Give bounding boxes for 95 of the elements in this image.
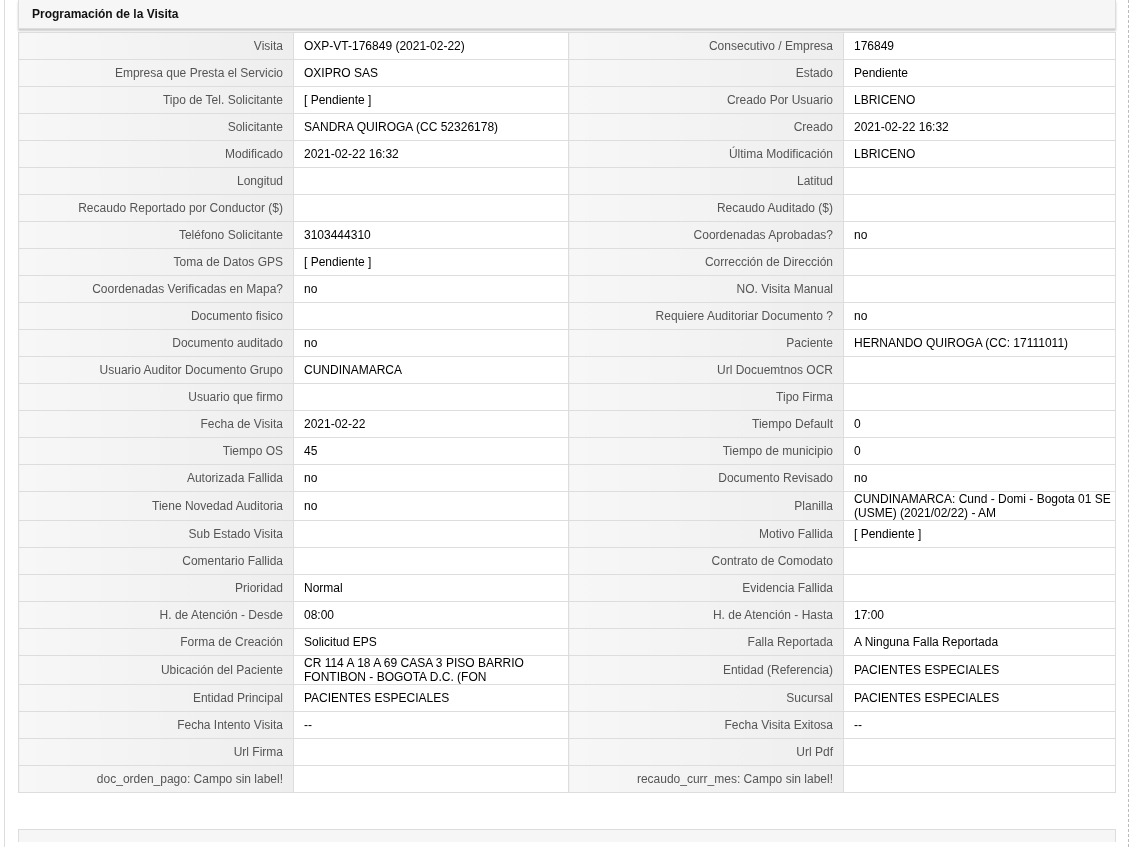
field-value: [ Pendiente ] bbox=[854, 527, 922, 541]
field-value: 2021-02-22 bbox=[304, 417, 366, 431]
field-label: Evidencia Fallida bbox=[742, 581, 833, 595]
field-label: recaudo_curr_mes: Campo sin label! bbox=[636, 772, 833, 786]
field-label: Prioridad bbox=[234, 581, 283, 595]
field-value: 0 bbox=[854, 417, 861, 431]
field-value: 2021-02-22 16:32 bbox=[854, 120, 949, 134]
field-label: Comentario Fallida bbox=[182, 554, 283, 568]
field-label: Planilla bbox=[794, 499, 833, 513]
field-value: Normal bbox=[304, 581, 343, 595]
field-label: Longitud bbox=[236, 174, 283, 188]
field-value: LBRICENO bbox=[854, 93, 916, 107]
field-value: HERNANDO QUIROGA (CC: 17111011) bbox=[854, 336, 1069, 350]
field-label: Fecha Intento Visita bbox=[177, 718, 283, 732]
field-value: 176849 bbox=[854, 39, 895, 53]
field-label: Última Modificación bbox=[728, 147, 833, 161]
field-label: Visita bbox=[253, 39, 283, 53]
field-value: A Ninguna Falla Reportada bbox=[854, 635, 999, 649]
field-value: 17:00 bbox=[854, 608, 885, 622]
field-label: Falla Reportada bbox=[747, 635, 833, 649]
field-value: no bbox=[854, 228, 868, 242]
field-label: Requiere Auditoriar Documento ? bbox=[655, 309, 833, 323]
field-label: Toma de Datos GPS bbox=[173, 255, 283, 269]
field-value: LBRICENO bbox=[854, 147, 916, 161]
field-value: CR 114 A 18 A 69 CASA 3 PISO BARRIO FONTIBON - BOGOTA D.C. (FON bbox=[304, 656, 525, 684]
field-label: Estado bbox=[795, 66, 833, 80]
field-label: Coordenadas Aprobadas? bbox=[693, 228, 833, 242]
field-label: Recaudo Reportado por Conductor ($) bbox=[78, 201, 283, 215]
panel-title: Programación de la Visita bbox=[32, 7, 179, 21]
field-value: [ Pendiente ] bbox=[304, 93, 372, 107]
field-label: Tipo Firma bbox=[776, 390, 833, 404]
field-label: Motivo Fallida bbox=[758, 527, 833, 541]
field-label: Usuario Auditor Documento Grupo bbox=[99, 363, 283, 377]
field-label: Entidad Principal bbox=[192, 691, 283, 705]
field-value: PACIENTES ESPECIALES bbox=[854, 663, 1000, 677]
field-label: Modificado bbox=[224, 147, 283, 161]
field-label: Documento Revisado bbox=[718, 471, 833, 485]
field-value: OXP-VT-176849 (2021-02-22) bbox=[304, 39, 465, 53]
field-value: 2021-02-22 16:32 bbox=[304, 147, 399, 161]
field-label: Contrato de Comodato bbox=[711, 554, 833, 568]
field-label: Solicitante bbox=[227, 120, 283, 134]
field-value: 08:00 bbox=[304, 608, 335, 622]
field-value: 3103444310 bbox=[304, 228, 371, 242]
field-label: Tiempo OS bbox=[222, 444, 283, 458]
field-label: Url Firma bbox=[233, 745, 283, 759]
field-label: Documento auditado bbox=[172, 336, 283, 350]
field-label: H. de Atención - Hasta bbox=[712, 608, 833, 622]
field-label: Url Docuemtnos OCR bbox=[716, 363, 833, 377]
field-value: no bbox=[304, 336, 318, 350]
field-label: Recaudo Auditado ($) bbox=[716, 201, 833, 215]
field-value: no bbox=[304, 499, 318, 513]
field-value: no bbox=[304, 471, 318, 485]
field-value: -- bbox=[854, 718, 862, 732]
field-value: OXIPRO SAS bbox=[304, 66, 379, 80]
field-label: Ubicación del Paciente bbox=[160, 663, 283, 677]
field-label: Tiempo de municipio bbox=[722, 444, 833, 458]
field-value: Pendiente bbox=[854, 66, 909, 80]
field-label: Coordenadas Verificadas en Mapa? bbox=[92, 282, 283, 296]
field-label: Empresa que Presta el Servicio bbox=[114, 66, 283, 80]
field-label: Tiene Novedad Auditoria bbox=[152, 499, 283, 513]
field-label: Corrección de Dirección bbox=[704, 255, 833, 269]
field-label: doc_orden_pago: Campo sin label! bbox=[96, 772, 283, 786]
field-label: Fecha de Visita bbox=[200, 417, 283, 431]
field-value: PACIENTES ESPECIALES bbox=[854, 691, 1000, 705]
field-value: CUNDINAMARCA: Cund - Domi - Bogota 01 SE (USME) (2021/02/22) - AM bbox=[854, 492, 1112, 520]
field-label: Tiempo Default bbox=[752, 417, 833, 431]
field-label: H. de Atención - Desde bbox=[159, 608, 283, 622]
field-label: Entidad (Referencia) bbox=[722, 663, 833, 677]
field-label: Sucursal bbox=[786, 691, 833, 705]
field-label: Sub Estado Visita bbox=[188, 527, 283, 541]
field-label: Tipo de Tel. Solicitante bbox=[162, 93, 283, 107]
field-label: Autorizada Fallida bbox=[186, 471, 283, 485]
field-label: Usuario que firmo bbox=[188, 390, 283, 404]
field-value: 45 bbox=[304, 444, 318, 458]
field-value: CUNDINAMARCA bbox=[304, 363, 402, 377]
field-value: PACIENTES ESPECIALES bbox=[304, 691, 450, 705]
field-label: NO. Visita Manual bbox=[736, 282, 833, 296]
field-value: no bbox=[854, 309, 868, 323]
field-value: -- bbox=[304, 718, 312, 732]
field-value: no bbox=[854, 471, 868, 485]
field-value: SANDRA QUIROGA (CC 52326178) bbox=[304, 120, 499, 134]
field-label: Documento fisico bbox=[190, 309, 283, 323]
field-label: Url Pdf bbox=[796, 745, 833, 759]
field-label: Creado bbox=[793, 120, 833, 134]
field-value: no bbox=[304, 282, 318, 296]
field-label: Latitud bbox=[796, 174, 833, 188]
field-value: [ Pendiente ] bbox=[304, 255, 372, 269]
field-label: Consecutivo / Empresa bbox=[708, 39, 833, 53]
field-label: Forma de Creación bbox=[180, 635, 283, 649]
field-value: 0 bbox=[854, 444, 861, 458]
field-value: Solicitud EPS bbox=[304, 635, 377, 649]
field-label: Fecha Visita Exitosa bbox=[724, 718, 833, 732]
field-label: Teléfono Solicitante bbox=[178, 228, 283, 242]
field-label: Creado Por Usuario bbox=[726, 93, 833, 107]
field-label: Paciente bbox=[786, 336, 833, 350]
